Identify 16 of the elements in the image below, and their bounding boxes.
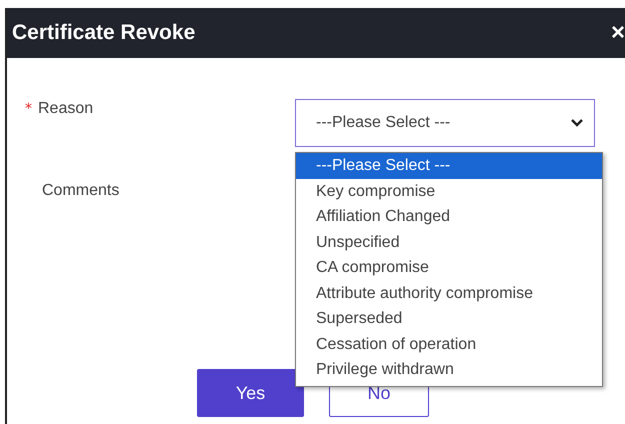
required-mark: * xyxy=(25,101,32,117)
confirm-button[interactable]: Yes xyxy=(197,369,304,417)
field-label: Comments xyxy=(42,182,120,200)
chevron-down-icon xyxy=(570,118,584,128)
dropdown-option[interactable]: Affiliation Changed xyxy=(296,204,602,230)
dropdown-option[interactable]: Key compromise xyxy=(296,178,602,204)
dropdown-option[interactable]: Superseded xyxy=(296,306,602,332)
dialog-title: Certificate Revoke xyxy=(12,21,196,45)
dropdown-option[interactable]: Attribute authority compromise xyxy=(296,280,602,306)
field-label: Reason xyxy=(38,100,94,118)
dropdown-option[interactable]: Unspecified xyxy=(296,230,602,255)
reason-select[interactable]: ---Please Select --- xyxy=(295,99,595,147)
dropdown-option[interactable]: Cessation of operation xyxy=(296,332,602,357)
dropdown-option[interactable]: ---Please Select --- xyxy=(296,153,602,178)
close-button[interactable]: × xyxy=(610,19,625,47)
dropdown-option[interactable]: CA compromise xyxy=(296,255,602,280)
